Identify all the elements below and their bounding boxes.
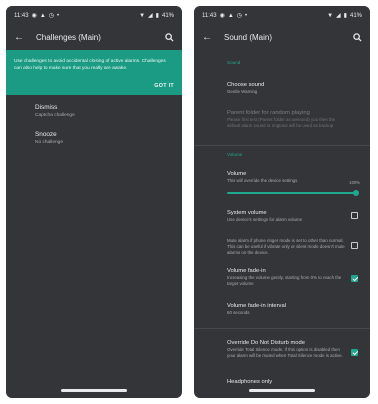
volume-slider-track[interactable] [227, 192, 356, 194]
pref-title: Parent folder for random playing [227, 110, 310, 116]
more-notifications-icon: • [57, 13, 60, 19]
app-bar: ← Challenges (Main) [6, 26, 182, 48]
system-volume-pref[interactable]: System volume Use device's settings for … [227, 210, 364, 223]
pref-subtitle: Gentle Warning [227, 89, 258, 94]
system-volume-checkbox[interactable] [351, 212, 358, 219]
banner-text: Use challenges to avoid accidental closi… [14, 59, 166, 71]
status-bar: 11:43 ◉ ▲ ◷ • ▼ ◢ ▮ 41% [194, 6, 370, 26]
pref-title: System volume [227, 210, 267, 216]
pref-subtitle: Increasing the volume gently, starting f… [227, 275, 342, 286]
parent-folder-pref: Parent folder for random playing Please … [227, 110, 364, 129]
signal-icon: ◢ [148, 13, 153, 19]
got-it-button[interactable]: GOT IT [14, 83, 174, 89]
info-banner: Use challenges to avoid accidental closi… [6, 50, 182, 95]
mute-alarm-checkbox[interactable] [351, 242, 358, 249]
section-header-volume: Volume [227, 152, 243, 157]
status-time: 11:43 [14, 13, 29, 19]
fade-interval-pref[interactable]: Volume fade-in interval 60 seconds [227, 303, 364, 316]
back-arrow-icon[interactable]: ← [202, 32, 216, 43]
list-item-subtitle: Captcha challenge [35, 113, 75, 118]
notification-icon: ▲ [227, 13, 234, 19]
back-arrow-icon[interactable]: ← [14, 32, 28, 43]
battery-icon: ▮ [343, 13, 347, 19]
pref-title: Choose sound [227, 82, 265, 88]
notification-icon: ▲ [39, 13, 46, 19]
pref-subtitle: Override Total Silence mode. If this opt… [227, 347, 343, 358]
search-icon[interactable] [162, 32, 174, 42]
challenges-screen: 11:43 ◉ ▲ ◷ • ▼ ◢ ▮ 41% ← Challenges (Ma… [6, 6, 182, 398]
battery-icon: ▮ [155, 13, 159, 19]
status-bar: 11:43 ◉ ▲ ◷ • ▼ ◢ ▮ 41% [6, 6, 182, 26]
list-item-title: Snooze [35, 131, 57, 138]
divider [194, 145, 370, 146]
whatsapp-icon: ◉ [219, 13, 225, 19]
mute-alarm-pref[interactable]: Mute alarm if phone ringer mode is set t… [227, 237, 364, 255]
list-item-subtitle: No challenge [35, 140, 64, 145]
list-item-snooze[interactable]: Snooze No challenge [6, 131, 182, 145]
volume-fade-checkbox[interactable] [351, 275, 358, 282]
gesture-nav-bar[interactable] [249, 389, 315, 392]
status-time: 11:43 [202, 13, 217, 19]
pref-subtitle: This will override the device settings [227, 178, 298, 183]
list-item-dismiss[interactable]: Dismiss Captcha challenge [6, 104, 182, 118]
volume-slider-thumb[interactable] [353, 190, 359, 196]
pref-title: Headphones only [227, 379, 273, 385]
app-bar: ← Sound (Main) [194, 26, 370, 48]
signal-icon: ◢ [336, 13, 341, 19]
pref-title: Volume fade-in [227, 268, 266, 274]
volume-pref[interactable]: Volume This will override the device set… [227, 171, 364, 184]
battery-percent: 41% [349, 13, 362, 19]
pref-title: Volume [227, 171, 247, 177]
sound-screen: 11:43 ◉ ▲ ◷ • ▼ ◢ ▮ 41% ← Sound (Main) S… [194, 6, 370, 398]
battery-percent: 41% [161, 13, 174, 19]
pref-subtitle: 60 seconds [227, 310, 250, 315]
wifi-icon: ▼ [327, 13, 334, 19]
alarm-icon: ◷ [48, 13, 55, 19]
search-icon[interactable] [350, 32, 362, 42]
more-notifications-icon: • [245, 13, 248, 19]
list-item-title: Dismiss [35, 104, 58, 111]
section-header-sound: Sound [227, 60, 241, 65]
choose-sound-pref[interactable]: Choose sound Gentle Warning [227, 82, 364, 95]
dnd-pref[interactable]: Override Do Not Disturb mode Override To… [227, 340, 364, 359]
divider [194, 328, 370, 329]
whatsapp-icon: ◉ [31, 13, 37, 19]
pref-subtitle: Mute alarm if phone ringer mode is set t… [227, 238, 345, 255]
pref-title: Override Do Not Disturb mode [227, 340, 305, 346]
wifi-icon: ▼ [139, 13, 146, 19]
pref-subtitle: Please first test (Parent folder as sele… [227, 117, 336, 128]
volume-value-label: 100% [349, 180, 360, 185]
headphones-pref[interactable]: Headphones only [227, 379, 364, 385]
alarm-icon: ◷ [236, 13, 243, 19]
pref-title: Volume fade-in interval [227, 303, 286, 309]
volume-fade-pref[interactable]: Volume fade-in Increasing the volume gen… [227, 268, 364, 287]
page-title: Sound (Main) [224, 32, 273, 42]
dnd-checkbox[interactable] [351, 349, 358, 356]
page-title: Challenges (Main) [36, 32, 101, 42]
pref-subtitle: Use device's settings for alarm volume [227, 217, 303, 222]
gesture-nav-bar[interactable] [61, 389, 127, 392]
